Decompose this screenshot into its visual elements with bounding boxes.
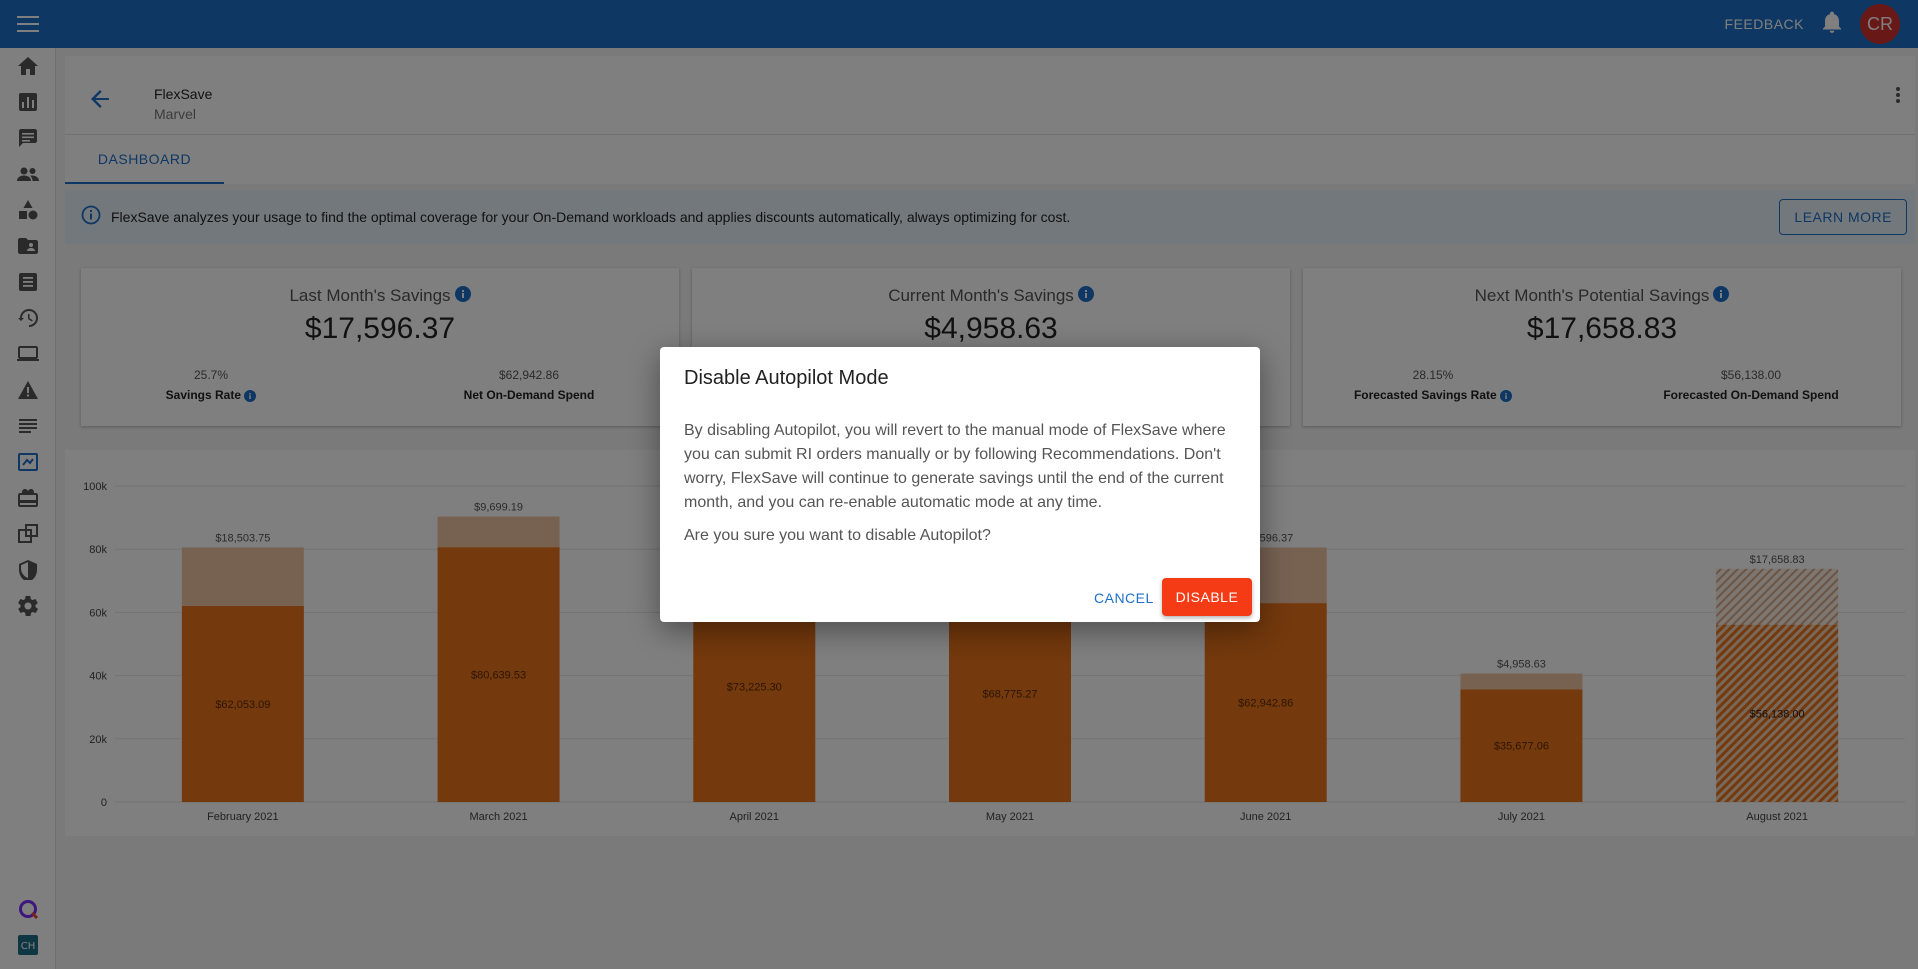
dialog-body: By disabling Autopilot, you will revert …: [684, 422, 1226, 511]
dialog-title: Disable Autopilot Mode: [684, 367, 889, 389]
dialog-question: Are you sure you want to disable Autopil…: [684, 527, 991, 544]
disable-autopilot-dialog: Disable Autopilot Mode By disabling Auto…: [660, 347, 1260, 622]
cancel-button[interactable]: CANCEL: [1082, 580, 1166, 616]
disable-button[interactable]: DISABLE: [1162, 578, 1252, 616]
